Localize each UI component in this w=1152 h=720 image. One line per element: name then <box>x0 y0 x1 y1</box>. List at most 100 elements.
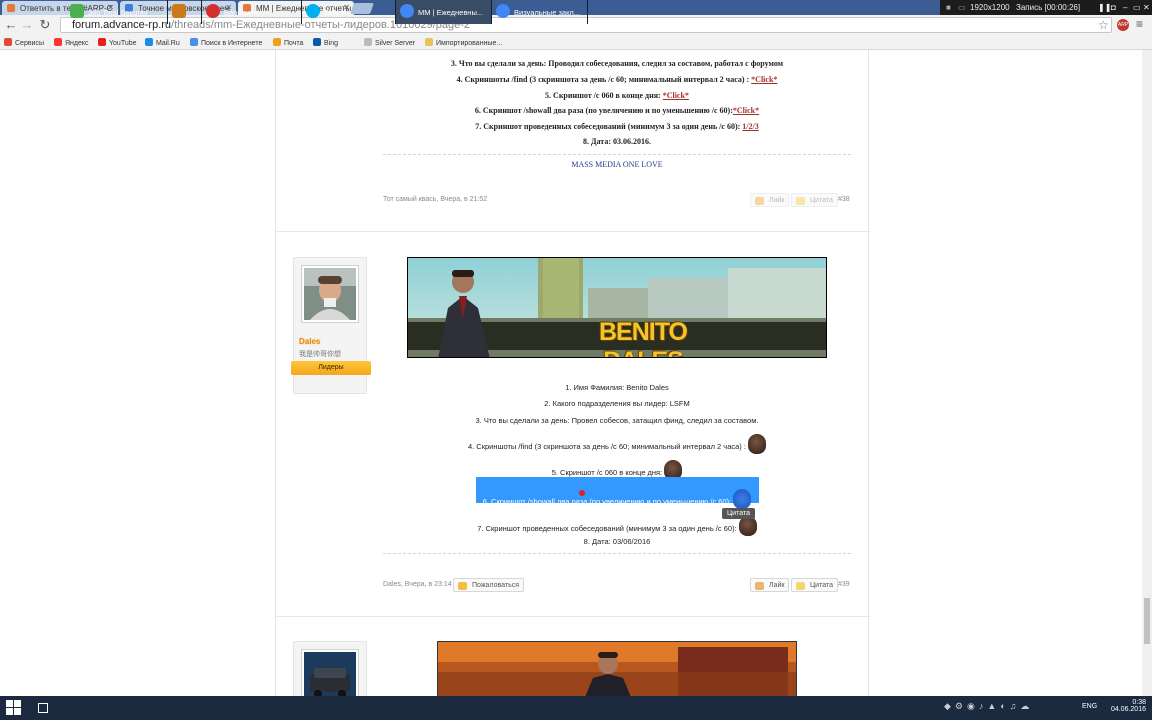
signature-divider <box>383 154 851 155</box>
banner-title: BENITO DALES <box>599 318 688 357</box>
post39-number[interactable]: #39 <box>838 581 850 588</box>
post38-line7: 7. Скриншот проведенных собеседований (м… <box>475 122 759 131</box>
post39-line3: 3. Что вы сделали за день: Провел собесо… <box>475 416 759 425</box>
avatar[interactable] <box>301 265 359 323</box>
pause-icon[interactable]: ❚❚ <box>1098 3 1111 12</box>
avatar[interactable] <box>301 649 359 696</box>
avatar-photo <box>304 268 356 320</box>
benito-dales-banner: BENITO DALES <box>407 257 827 358</box>
taskbar-360-total-security[interactable]: 360 Total Security <box>66 0 168 24</box>
post39-line8: 8. Дата: 03/06/2016 <box>583 537 651 546</box>
bookmark-star-icon[interactable]: ☆ <box>1098 18 1109 32</box>
thread-content: 3. Что вы сделали за день: Проводил собе… <box>275 50 870 696</box>
bing-icon <box>313 38 321 46</box>
bookmark-bing[interactable]: Bing <box>313 38 338 47</box>
close-icon[interactable]: ✕ <box>1143 3 1150 12</box>
chrome-icon <box>400 4 414 18</box>
screen-icon: ▭ <box>958 3 966 12</box>
back-arrow-icon[interactable]: ← <box>4 18 18 32</box>
taskbar-clock[interactable]: 0:38 04.06.2016 <box>1100 699 1146 713</box>
page-icon <box>364 38 372 46</box>
search-icon <box>190 38 198 46</box>
reload-icon[interactable]: ↻ <box>38 18 52 32</box>
windows-start-icon[interactable] <box>6 700 22 716</box>
next-post-banner <box>437 641 797 696</box>
bookmark-mail[interactable]: Почта <box>273 38 303 47</box>
post38-line3: 3. Что вы сделали за день: Проводил собе… <box>450 59 784 68</box>
language-indicator[interactable]: ENG <box>1082 703 1097 710</box>
bookmark-silver-server[interactable]: Silver Server <box>364 38 415 47</box>
post38-line4-link[interactable]: *Click* <box>751 75 777 84</box>
forward-arrow-icon[interactable]: → <box>20 18 34 32</box>
apps-grid-icon <box>4 38 12 46</box>
bookmark-youtube[interactable]: YouTube <box>98 38 137 47</box>
youtube-icon <box>98 38 106 46</box>
post39-line2: 2. Какого подразделения вы лидер: LSFM <box>544 399 690 408</box>
taskbar-chrome-mm[interactable]: MM | Ежедневны... <box>396 0 492 24</box>
post38-quote-button[interactable]: Цитата <box>791 193 838 207</box>
bookmark-imported-folder[interactable]: Импортированные... <box>425 38 502 47</box>
avatar-car-photo <box>304 652 356 696</box>
yandex-icon <box>54 38 62 46</box>
recorder-handle-icon: ■ <box>946 3 951 12</box>
post39-quote-button[interactable]: Цитата <box>791 578 838 592</box>
taskbar-chrome-bookmarks[interactable]: Визуальные закл... <box>492 0 588 24</box>
post-separator <box>276 616 870 617</box>
post38-line5: 5. Скриншот /c 060 в конце дня: *Click* <box>545 91 689 100</box>
folder-icon <box>425 38 433 46</box>
bookmarks-bar: Сервисы Яндекс YouTube Mail.Ru Поиск в И… <box>0 35 1152 50</box>
mailru-icon <box>145 38 153 46</box>
recorder-bar: ■ ▭ 1920x1200 Запись [00:00:26] ❚❚ ◘ – ▭… <box>940 0 1152 15</box>
post39-author-meta[interactable]: Dales, Вчера, в 23:14 <box>383 581 452 588</box>
bookmark-mailru[interactable]: Mail.Ru <box>145 38 180 47</box>
post38-number[interactable]: #38 <box>838 196 850 203</box>
taskbar-csgo[interactable] <box>168 0 202 24</box>
bookmark-yandex[interactable]: Яндекс <box>54 38 89 47</box>
forum-favicon <box>7 4 15 12</box>
bookmark-services[interactable]: Сервисы <box>4 38 44 47</box>
recorder-resolution: 1920x1200 <box>970 3 1010 12</box>
user-card-next <box>293 641 367 696</box>
face-emote-icon[interactable] <box>738 516 757 536</box>
mail-icon <box>273 38 281 46</box>
next-banner-artwork <box>438 642 796 696</box>
quote-icon <box>796 197 805 205</box>
face-emote-icon[interactable] <box>733 489 752 509</box>
bookmark-internet-search[interactable]: Поиск в Интернете <box>190 38 262 47</box>
csgo-icon <box>172 4 186 18</box>
clock-time: 0:38 <box>1132 699 1146 706</box>
camera-icon[interactable]: ◘ <box>1111 3 1116 12</box>
post39-line4: 4. Скриншоты /find (3 скриншота за день … <box>276 434 958 454</box>
system-tray[interactable]: ◆⚙◉♪▲◐♫☁ <box>944 701 1084 715</box>
post38-line6-link[interactable]: *Click* <box>733 106 759 115</box>
post39-divider <box>383 553 851 554</box>
warning-icon <box>458 582 467 590</box>
post38-line7-link[interactable]: 1/2/3 <box>742 122 758 131</box>
minimize-icon[interactable]: – <box>1123 3 1127 12</box>
post39-line1: 1. Имя Фамилия: Benito Dales <box>565 383 669 392</box>
report-button[interactable]: Пожаловаться <box>453 578 525 592</box>
post39-like-button[interactable]: Лайк <box>750 578 790 592</box>
post38-line6: 6. Скриншот /showall два раза (по увелич… <box>474 106 760 115</box>
taskbar-bandicam[interactable]: Bandicam <box>202 0 302 24</box>
skype-icon <box>306 4 320 18</box>
recorder-status: Запись [00:00:26] <box>1016 3 1081 12</box>
post-separator <box>276 231 870 232</box>
restore-icon[interactable]: ▭ <box>1133 3 1141 12</box>
post38-author-meta[interactable]: Тот самый квась, Вчера, в 21:52 <box>383 196 487 203</box>
task-view-icon[interactable] <box>38 703 48 713</box>
scrollbar-thumb[interactable] <box>1144 598 1150 644</box>
shield-icon <box>70 4 84 18</box>
face-emote-icon[interactable] <box>748 434 767 454</box>
arp-extension-icon[interactable]: ARP <box>1117 19 1129 31</box>
menu-icon[interactable]: ≡ <box>1136 17 1143 31</box>
user-title: 我是帅哥你想 <box>299 351 341 358</box>
user-card-dales: Dales 我是帅哥你想 Лидеры <box>291 257 371 394</box>
post38-like-button[interactable]: Лайк <box>750 193 790 207</box>
username[interactable]: Dales <box>299 337 320 346</box>
post38-line5-link[interactable]: *Click* <box>663 91 689 100</box>
post38-line4: 4. Скриншоты /find (3 скриншота за день … <box>456 75 778 84</box>
quote-icon <box>796 582 805 590</box>
cursor-dot-icon <box>579 490 585 496</box>
taskbar-skype[interactable]: Skype <box>302 0 396 24</box>
